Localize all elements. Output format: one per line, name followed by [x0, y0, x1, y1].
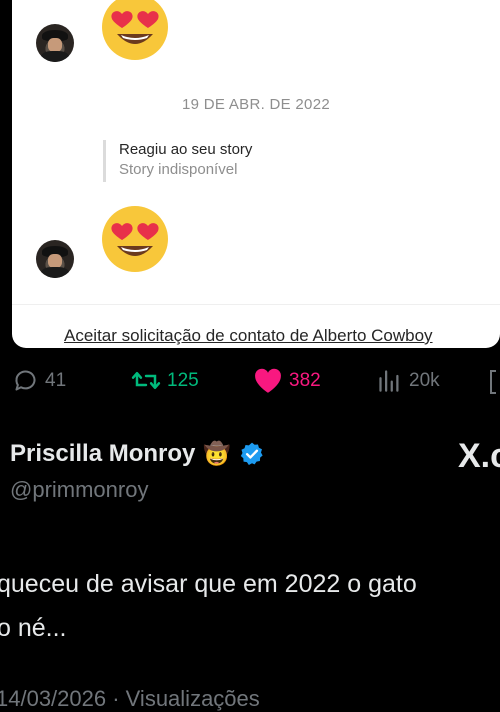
tweet-meta: 14/03/2026 · Visualizações [0, 686, 260, 711]
sender-avatar-bottom [36, 240, 74, 278]
embedded-dm-screenshot: 19 DE ABR. DE 2022 Reagiu ao seu story S… [12, 0, 500, 348]
author-handle[interactable]: @primmonroy [10, 477, 148, 503]
heart-icon [255, 368, 281, 393]
author-name-row[interactable]: Priscilla Monroy 🤠 [10, 440, 265, 468]
author-display-name[interactable]: Priscilla Monroy [10, 440, 195, 468]
like-count: 382 [289, 369, 321, 391]
views-count: 20k [409, 369, 440, 391]
share-icon[interactable] [490, 370, 496, 394]
x-logo-watermark: X.c [458, 437, 500, 475]
retweet-icon [131, 371, 161, 390]
reply-count: 41 [45, 369, 67, 391]
tweet-text-line-1: queceu de avisar que em 2022 o gato [0, 570, 417, 598]
tweet-text: queceu de avisar que em 2022 o gato o né… [0, 562, 417, 650]
date-separator: 19 DE ABR. DE 2022 [182, 96, 330, 113]
views-button[interactable]: 20k [376, 367, 440, 394]
story-reply-title: Reagiu ao seu story [119, 141, 253, 158]
reply-icon [15, 370, 36, 391]
views-chart-icon [379, 370, 399, 392]
story-reply-block: Reagiu ao seu story Story indisponível [103, 140, 252, 182]
engagement-bar: 41 125 382 20k [0, 364, 500, 396]
card-divider [12, 304, 500, 305]
cowboy-emoji: 🤠 [203, 441, 231, 466]
retweet-count: 125 [167, 369, 199, 391]
tweet-text-line-2: o né... [0, 614, 67, 642]
reply-button[interactable]: 41 [12, 367, 66, 394]
heart-eyes-emoji-bottom [102, 206, 168, 272]
like-button[interactable]: 382 [253, 367, 321, 394]
verified-badge-icon [240, 442, 263, 465]
sender-avatar-top [36, 24, 74, 62]
accept-contact-request-link[interactable]: Aceitar solicitação de contato de Albert… [64, 326, 433, 346]
heart-eyes-emoji-top [102, 0, 168, 60]
story-reply-subtitle: Story indisponível [119, 161, 238, 178]
retweet-button[interactable]: 125 [131, 367, 199, 394]
